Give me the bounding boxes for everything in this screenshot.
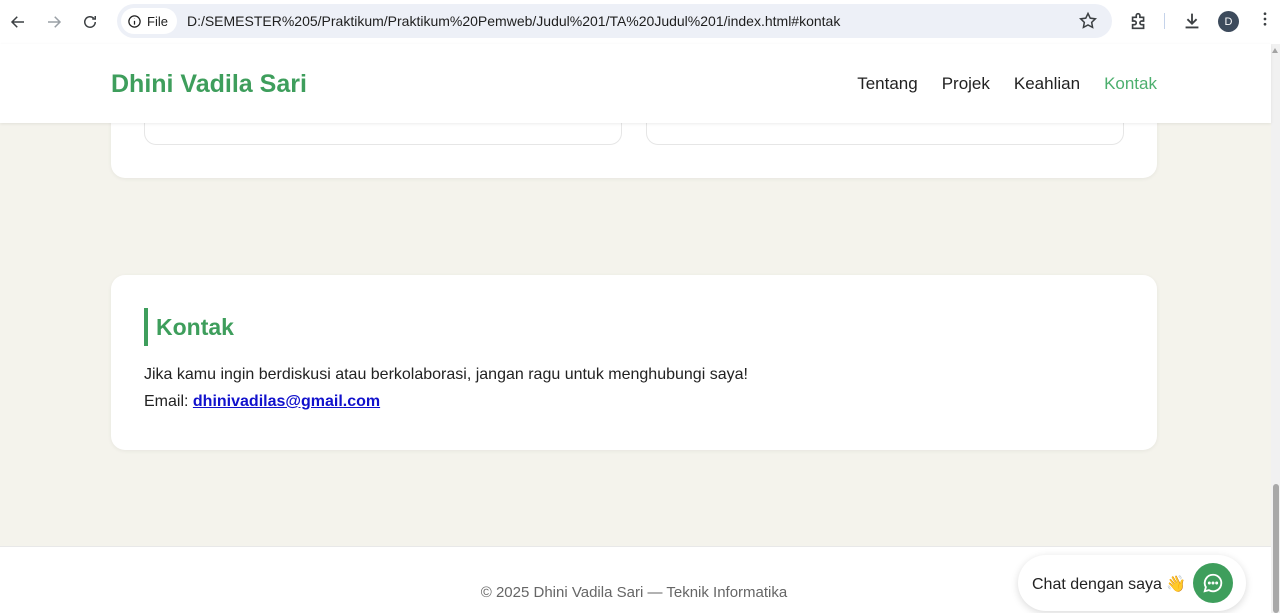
- chat-button[interactable]: [1193, 563, 1233, 603]
- profile-avatar[interactable]: D: [1218, 11, 1239, 32]
- site-brand[interactable]: Dhini Vadila Sari: [111, 70, 307, 99]
- page-scrollbar[interactable]: [1271, 44, 1280, 613]
- nav-link-keahlian[interactable]: Keahlian: [1014, 74, 1080, 94]
- extensions-icon[interactable]: [1128, 10, 1150, 32]
- toolbar-divider: [1164, 13, 1165, 29]
- scroll-up-arrow-icon[interactable]: [1272, 48, 1278, 53]
- site-info-chip[interactable]: File: [121, 8, 177, 34]
- contact-description: Jika kamu ingin berdiskusi atau berkolab…: [144, 366, 748, 383]
- reload-icon[interactable]: [78, 10, 102, 34]
- contact-title: Kontak: [144, 308, 234, 346]
- chat-widget[interactable]: Chat dengan saya 👋: [1018, 555, 1246, 611]
- chat-bubble-icon: [1203, 573, 1223, 593]
- contact-email-line: Email: dhinivadilas@gmail.com: [144, 393, 380, 411]
- more-menu-icon[interactable]: [1256, 10, 1274, 32]
- main-nav: Tentang Projek Keahlian Kontak: [857, 74, 1157, 94]
- address-bar[interactable]: File D:/SEMESTER%205/Praktikum/Praktikum…: [117, 4, 1112, 38]
- nav-link-projek[interactable]: Projek: [942, 74, 990, 94]
- email-label: Email:: [144, 393, 189, 410]
- nav-link-tentang[interactable]: Tentang: [857, 74, 918, 94]
- info-icon: [128, 14, 141, 28]
- back-icon[interactable]: [6, 10, 30, 34]
- bookmark-star-icon[interactable]: [1078, 11, 1098, 31]
- browser-toolbar: File D:/SEMESTER%205/Praktikum/Praktikum…: [0, 0, 1280, 44]
- site-header: Dhini Vadila Sari Tentang Projek Keahlia…: [0, 44, 1271, 123]
- forward-icon[interactable]: [42, 10, 66, 34]
- file-label: File: [147, 13, 168, 29]
- email-link[interactable]: dhinivadilas@gmail.com: [193, 393, 380, 410]
- contact-section: Kontak Jika kamu ingin berdiskusi atau b…: [111, 275, 1157, 450]
- scroll-thumb[interactable]: [1273, 484, 1279, 613]
- url-text[interactable]: D:/SEMESTER%205/Praktikum/Praktikum%20Pe…: [187, 13, 840, 29]
- chat-label[interactable]: Chat dengan saya 👋: [1032, 574, 1186, 594]
- download-icon[interactable]: [1181, 10, 1203, 32]
- nav-link-kontak[interactable]: Kontak: [1104, 74, 1157, 94]
